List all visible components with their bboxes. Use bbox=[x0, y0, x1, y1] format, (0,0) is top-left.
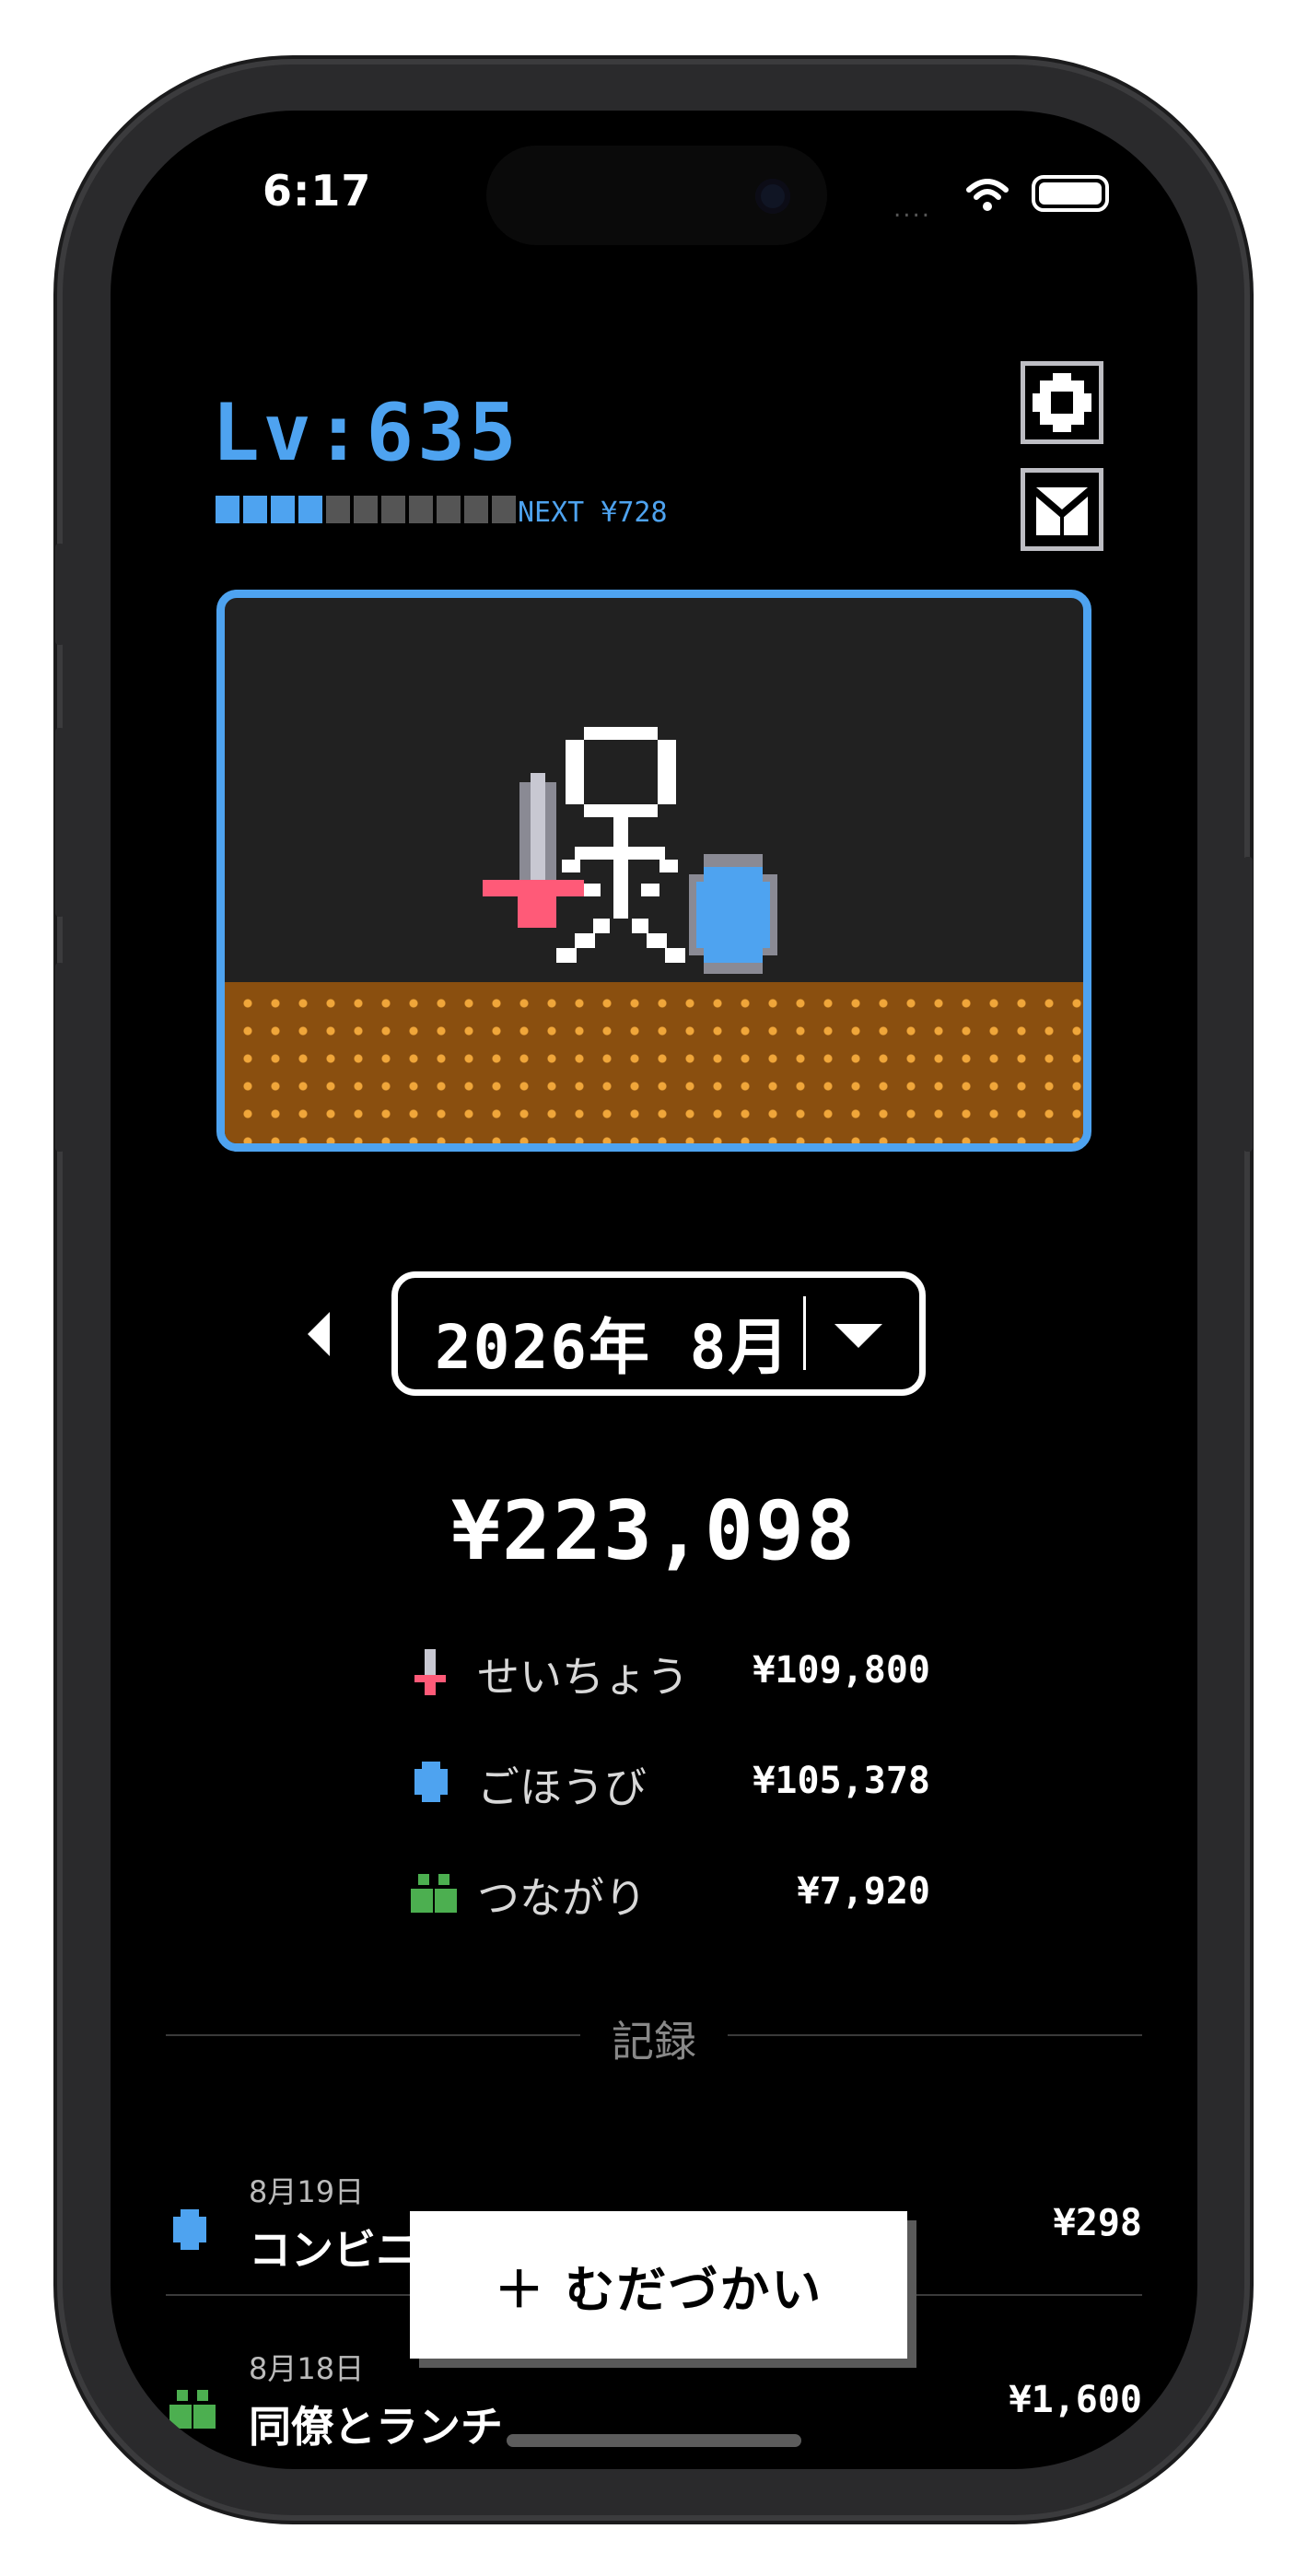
category-label: せいちょう bbox=[477, 1652, 689, 1702]
category-amount: ¥109,800 bbox=[753, 1649, 930, 1692]
record-date: 8月18日 bbox=[249, 2351, 365, 2386]
xp-segment bbox=[216, 496, 239, 523]
category-label: つながり bbox=[477, 1873, 647, 1923]
xp-segment bbox=[298, 496, 322, 523]
character-scene bbox=[216, 590, 1091, 1152]
record-title: 同僚とランチ bbox=[249, 2402, 503, 2452]
next-level-label: NEXT ¥728 bbox=[518, 497, 668, 529]
xp-segment bbox=[354, 496, 378, 523]
xp-segment bbox=[243, 496, 267, 523]
month-label: 2026年 8月 bbox=[435, 1312, 791, 1383]
action-button bbox=[55, 544, 64, 645]
total-amount: ¥223,098 bbox=[451, 1483, 857, 1578]
xp-segment bbox=[492, 496, 516, 523]
category-amount: ¥105,378 bbox=[753, 1760, 930, 1802]
power-button bbox=[1243, 857, 1253, 1152]
category-row-growth[interactable]: せいちょう ¥109,800 bbox=[378, 1640, 1022, 1704]
book-button[interactable] bbox=[1021, 468, 1103, 551]
stick-figure bbox=[556, 727, 685, 963]
shield-icon bbox=[689, 854, 777, 974]
add-expense-button[interactable]: ＋ むだづかい bbox=[410, 2211, 907, 2359]
record-amount: ¥298 bbox=[1053, 2202, 1142, 2244]
sword-icon bbox=[414, 1649, 446, 1695]
category-label: ごほうび bbox=[477, 1762, 647, 1812]
volume-down-button bbox=[55, 963, 64, 1152]
battery-icon bbox=[1032, 175, 1109, 212]
record-amount: ¥1,600 bbox=[1009, 2379, 1143, 2421]
month-separator bbox=[803, 1296, 806, 1370]
xp-segment bbox=[464, 496, 488, 523]
category-row-connection[interactable]: つながり ¥7,920 bbox=[378, 1861, 1022, 1926]
status-time: 6:17 bbox=[263, 166, 372, 216]
app-screen: 6:17 .... Lv:635 NEXT ¥728 2026年 8月 ¥223… bbox=[111, 111, 1197, 2469]
record-date: 8月19日 bbox=[249, 2174, 365, 2209]
book-icon bbox=[1036, 487, 1088, 535]
month-selector[interactable]: 2026年 8月 bbox=[391, 1271, 926, 1396]
hero-character bbox=[483, 727, 777, 974]
volume-up-button bbox=[55, 728, 64, 917]
level-label: Lv:635 bbox=[212, 387, 520, 479]
gear-icon bbox=[1033, 373, 1091, 432]
people-icon bbox=[169, 2390, 216, 2429]
records-divider-left bbox=[166, 2034, 580, 2036]
category-row-reward[interactable]: ごほうび ¥105,378 bbox=[378, 1751, 1022, 1815]
camera-icon bbox=[755, 179, 790, 214]
shield-icon bbox=[173, 2209, 206, 2250]
xp-segment bbox=[437, 496, 461, 523]
xp-segment bbox=[381, 496, 405, 523]
xp-bar bbox=[216, 496, 516, 523]
category-amount: ¥7,920 bbox=[797, 1870, 931, 1913]
prev-month-icon[interactable] bbox=[302, 1308, 339, 1360]
xp-segment bbox=[271, 496, 295, 523]
records-heading: 記録 bbox=[612, 2017, 696, 2067]
chevron-down-icon[interactable] bbox=[831, 1318, 886, 1352]
home-indicator[interactable] bbox=[507, 2434, 801, 2447]
settings-button[interactable] bbox=[1021, 361, 1103, 444]
shield-icon bbox=[414, 1762, 448, 1802]
wifi-icon bbox=[966, 179, 1009, 211]
xp-segment bbox=[326, 496, 350, 523]
add-expense-label: ＋ むだづかい bbox=[494, 2260, 823, 2319]
record-title: コンビニ bbox=[249, 2225, 418, 2275]
xp-segment bbox=[409, 496, 433, 523]
signal-dots: .... bbox=[893, 195, 932, 223]
people-icon bbox=[411, 1874, 457, 1913]
records-divider-right bbox=[728, 2034, 1142, 2036]
